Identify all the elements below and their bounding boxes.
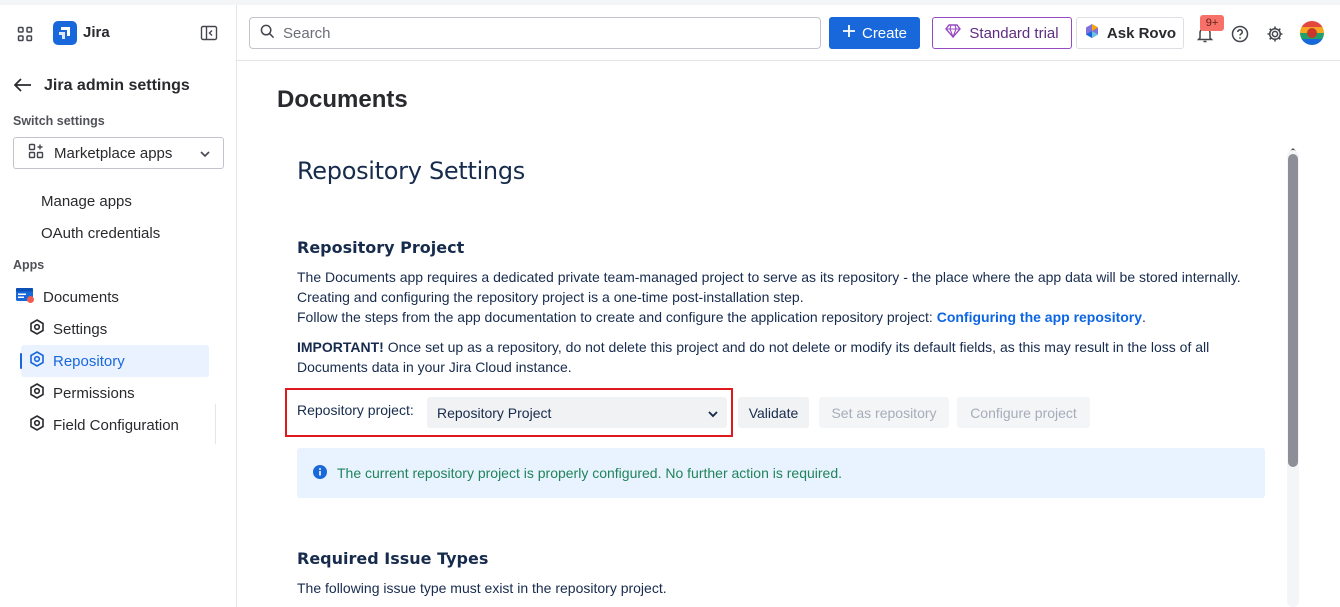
sidebar-item-oauth-credentials[interactable]: OAuth credentials (41, 217, 160, 249)
nav-header: Jira (0, 5, 237, 61)
arrow-left-icon (13, 77, 32, 95)
app-switcher-icon[interactable] (14, 23, 36, 45)
rovo-icon (1084, 23, 1100, 43)
important-text: Once set up as a repository, do not dele… (383, 339, 1210, 355)
chevron-down-icon (707, 407, 719, 423)
gear-icon[interactable] (1264, 23, 1286, 45)
sidebar-item-label: Repository (53, 352, 125, 370)
apps-label: Apps (13, 258, 45, 272)
description-line-3-end: . (1142, 309, 1146, 325)
diamond-icon (945, 24, 962, 42)
sidebar-item-label: Permissions (53, 384, 135, 402)
notification-badge: 9+ (1200, 15, 1224, 31)
description-line-2: Creating and configuring the repository … (297, 289, 804, 305)
collapse-sidebar-icon[interactable] (199, 23, 219, 43)
hexagon-gear-icon (29, 415, 45, 435)
help-icon[interactable] (1229, 23, 1251, 45)
sidebar-item-manage-apps[interactable]: Manage apps (41, 185, 132, 217)
search-bar[interactable] (249, 17, 821, 49)
search-icon (260, 24, 275, 42)
configure-project-button[interactable]: Configure project (957, 397, 1090, 428)
switch-settings-label: Switch settings (13, 114, 105, 128)
repository-project-label: Repository project: (297, 402, 414, 418)
app-name[interactable]: Jira (83, 24, 110, 41)
important-notice-line-2: Documents data in your Jira Cloud instan… (297, 359, 572, 375)
sidebar-item-label: OAuth credentials (41, 224, 161, 242)
scrollbar-thumb[interactable] (1288, 154, 1298, 467)
create-button-label: Create (861, 24, 908, 42)
description-line-3-text: Follow the steps from the app documentat… (297, 309, 937, 325)
description-line-3: Follow the steps from the app documentat… (297, 307, 1146, 327)
sidebar-item-label: Field Configuration (53, 416, 179, 434)
sidebar: Jira admin settings Switch settings Mark… (0, 61, 237, 607)
admin-settings-title: Jira admin settings (44, 77, 190, 94)
hexagon-gear-icon (29, 383, 45, 403)
standard-trial-label: Standard trial (969, 24, 1059, 42)
important-notice: IMPORTANT! Once set up as a repository, … (297, 337, 1209, 357)
ask-rovo-button[interactable]: Ask Rovo (1076, 17, 1184, 49)
description-line-1: The Documents app requires a dedicated p… (297, 269, 1241, 285)
sidebar-item-permissions[interactable]: Permissions (29, 377, 135, 409)
ask-rovo-label: Ask Rovo (1106, 24, 1177, 42)
validate-button[interactable]: Validate (738, 397, 809, 428)
sidebar-item-settings[interactable]: Settings (29, 313, 107, 345)
info-message-box: The current repository project is proper… (297, 448, 1265, 498)
hexagon-gear-icon (29, 319, 45, 339)
back-to-admin[interactable]: Jira admin settings (13, 75, 190, 97)
sidebar-item-repository[interactable]: Repository (29, 345, 125, 377)
top-navigation: Jira Create St (0, 5, 1340, 61)
info-message-text: The current repository project is proper… (337, 465, 843, 481)
avatar[interactable] (1300, 21, 1324, 45)
jira-logo-icon[interactable] (53, 21, 77, 45)
sidebar-item-field-configuration[interactable]: Field Configuration (29, 409, 179, 441)
scroll-up-arrow[interactable] (1288, 141, 1298, 152)
repository-settings-title: Repository Settings (297, 157, 525, 185)
repository-project-select[interactable]: Repository Project (427, 397, 727, 428)
plus-icon (842, 24, 856, 42)
chevron-down-icon (199, 147, 211, 164)
switch-settings-value: Marketplace apps (54, 144, 173, 162)
info-icon (313, 464, 327, 482)
hexagon-gear-icon (29, 351, 45, 371)
documents-app-icon (15, 286, 35, 308)
sidebar-item-label: Settings (53, 320, 108, 338)
set-as-repository-button[interactable]: Set as repository (819, 397, 949, 428)
apps-grid-icon (28, 143, 44, 163)
page-title: Documents (277, 86, 408, 113)
required-issue-types-heading: Required Issue Types (297, 549, 489, 568)
standard-trial-button[interactable]: Standard trial (932, 17, 1072, 49)
repository-project-value: Repository Project (437, 404, 552, 421)
sidebar-item-label: Documents (43, 288, 119, 306)
important-label: IMPORTANT! (297, 339, 384, 355)
sidebar-divider (215, 404, 216, 444)
required-issue-types-text: The following issue type must exist in t… (297, 580, 667, 596)
repository-project-heading: Repository Project (297, 238, 465, 257)
configuring-app-repository-link[interactable]: Configuring the app repository (937, 309, 1142, 325)
switch-settings-select[interactable]: Marketplace apps (13, 137, 224, 169)
active-indicator (20, 353, 22, 369)
search-input[interactable] (283, 24, 803, 42)
create-button[interactable]: Create (829, 17, 920, 49)
sidebar-item-label: Manage apps (41, 192, 132, 210)
sidebar-item-documents[interactable]: Documents (15, 281, 119, 313)
